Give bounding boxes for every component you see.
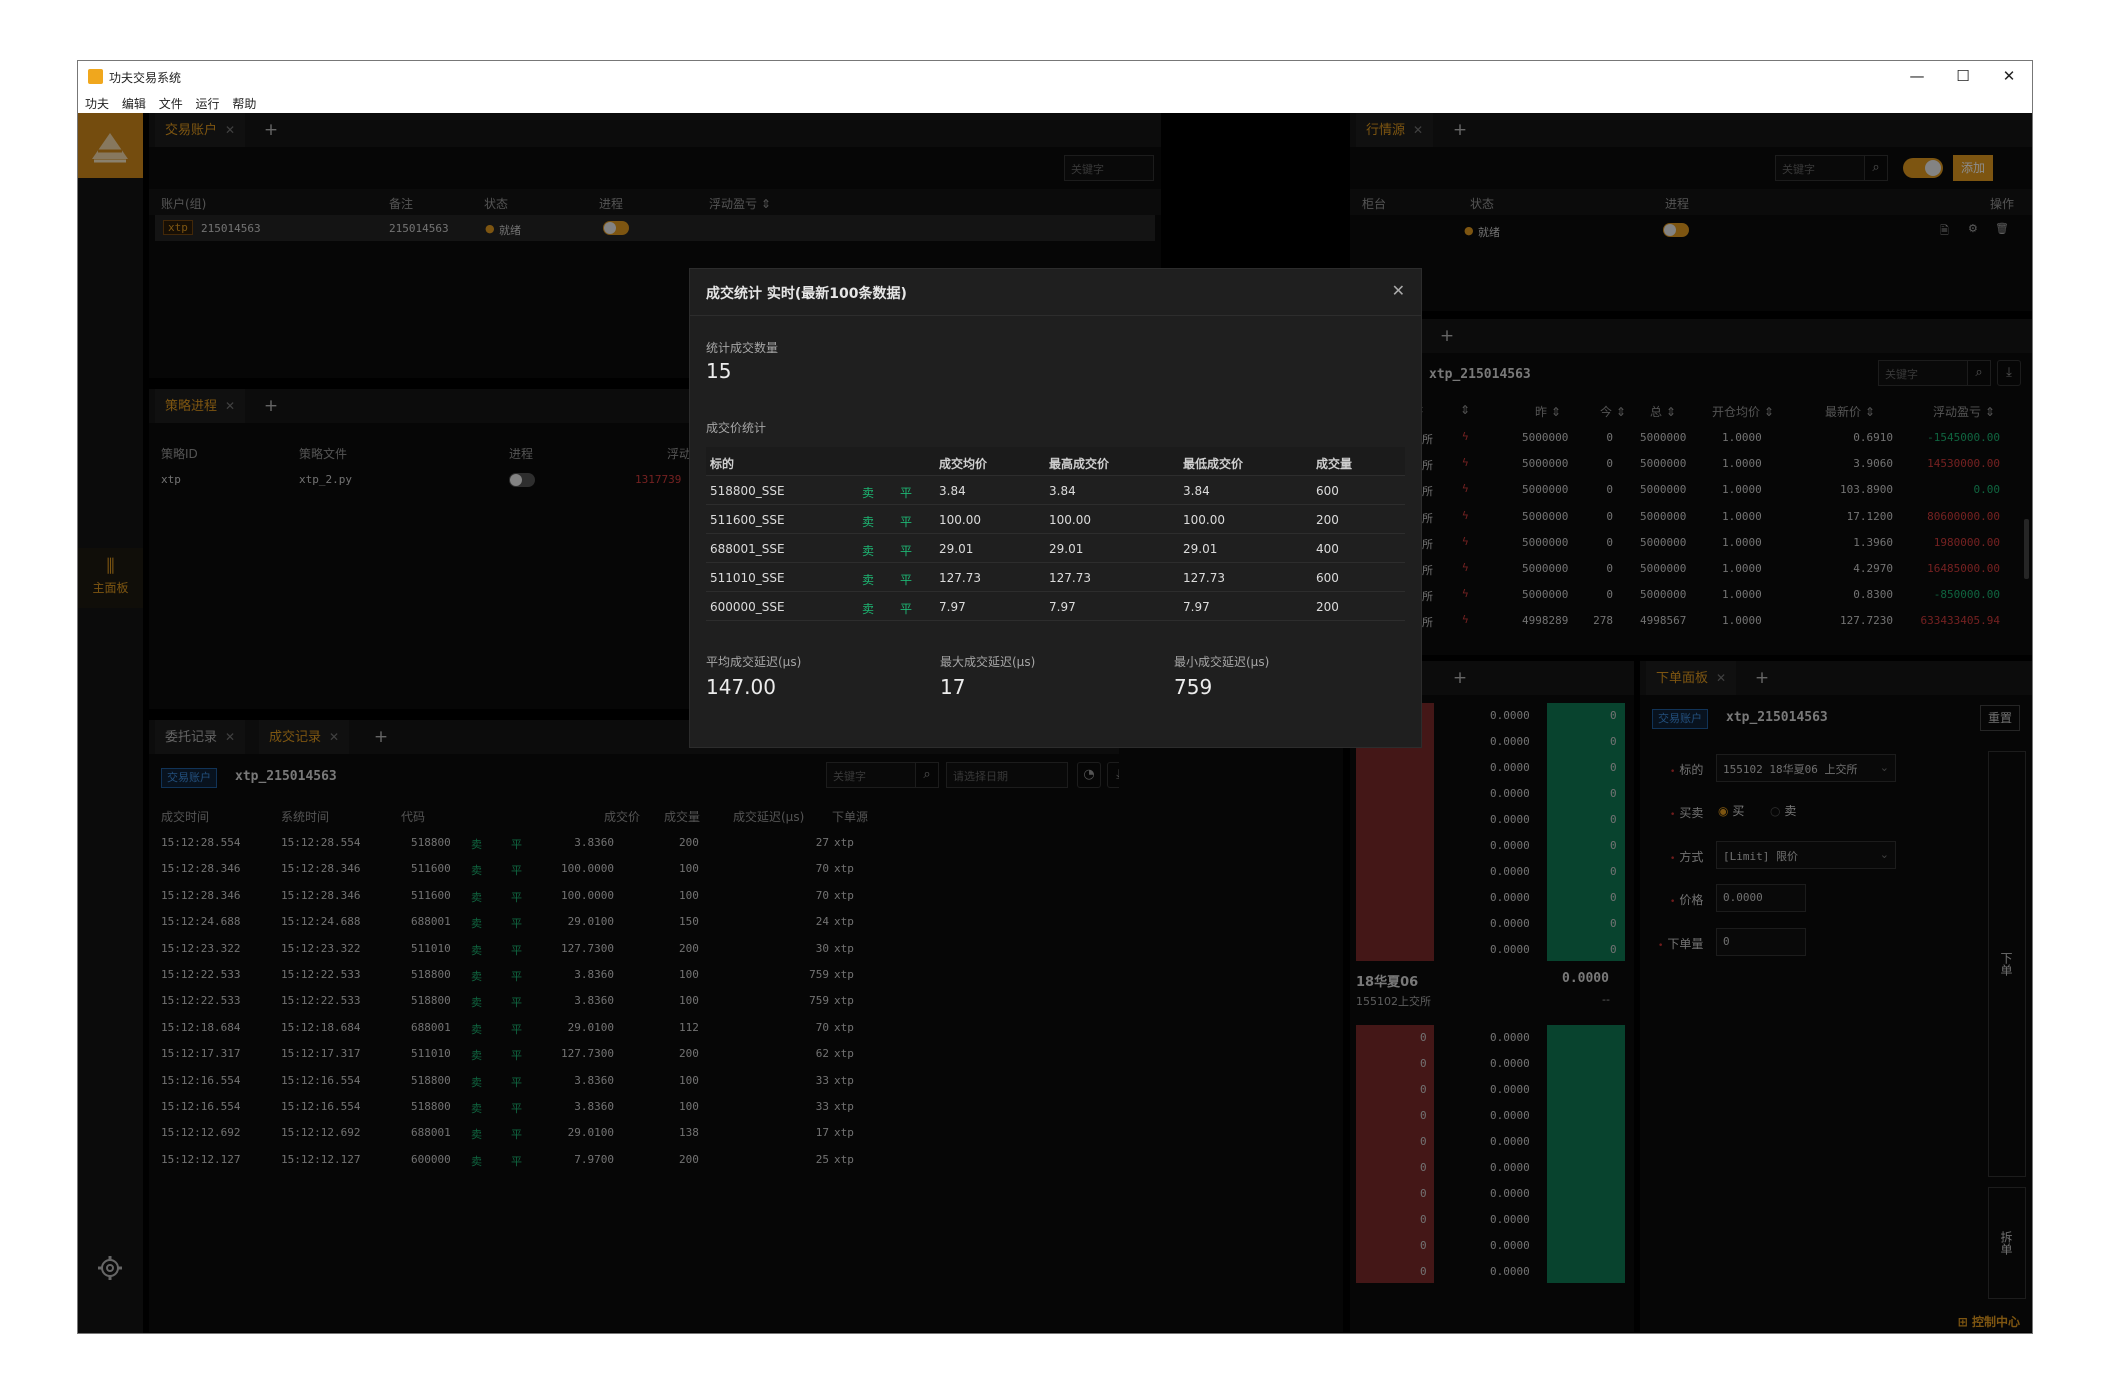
stats-row[interactable]: 688001_SSE 卖 平 29.01 29.01 29.01 400 xyxy=(706,534,1405,563)
trade-count-value: 15 xyxy=(706,359,732,383)
stats-offset: 平 xyxy=(900,486,913,500)
min-latency-label: 最小成交延迟(μs) xyxy=(1174,655,1270,669)
stats-low: 3.84 xyxy=(1183,484,1210,498)
menu-edit[interactable]: 编辑 xyxy=(115,93,146,112)
stats-offset: 平 xyxy=(900,602,913,616)
min-latency-value: 759 xyxy=(1174,675,1213,699)
stats-high: 127.73 xyxy=(1049,571,1091,585)
menu-help[interactable]: 帮助 xyxy=(225,93,256,112)
stats-volume: 600 xyxy=(1316,571,1339,585)
stats-volume: 600 xyxy=(1316,484,1339,498)
close-window-button[interactable]: ✕ xyxy=(1986,63,2032,89)
stats-volume: 400 xyxy=(1316,542,1339,556)
stats-avg: 3.84 xyxy=(939,484,966,498)
col-low-price: 最低成交价 xyxy=(1183,457,1244,471)
stats-side: 卖 xyxy=(862,573,875,587)
stats-low: 7.97 xyxy=(1183,600,1210,614)
stats-low: 100.00 xyxy=(1183,513,1225,527)
stats-low: 127.73 xyxy=(1183,571,1225,585)
avg-latency-label: 平均成交延迟(μs) xyxy=(706,655,802,669)
stats-row[interactable]: 511600_SSE 卖 平 100.00 100.00 100.00 200 xyxy=(706,505,1405,534)
col-stat-volume: 成交量 xyxy=(1316,457,1353,471)
stats-symbol: 511010_SSE xyxy=(710,571,785,585)
menu-kungfu[interactable]: 功夫 xyxy=(78,93,109,112)
title-bar: 功夫交易系统 — ☐ ✕ xyxy=(78,61,2032,93)
max-latency-label: 最大成交延迟(μs) xyxy=(940,655,1036,669)
stats-high: 100.00 xyxy=(1049,513,1091,527)
stats-side: 卖 xyxy=(862,486,875,500)
close-icon[interactable]: ✕ xyxy=(1392,281,1405,300)
stats-offset: 平 xyxy=(900,515,913,529)
stats-row[interactable]: 600000_SSE 卖 平 7.97 7.97 7.97 200 xyxy=(706,592,1405,621)
stats-side: 卖 xyxy=(862,515,875,529)
stats-volume: 200 xyxy=(1316,513,1339,527)
stats-symbol: 511600_SSE xyxy=(710,513,785,527)
maximize-button[interactable]: ☐ xyxy=(1940,63,1986,89)
stats-row[interactable]: 518800_SSE 卖 平 3.84 3.84 3.84 600 xyxy=(706,476,1405,505)
col-symbol: 标的 xyxy=(710,457,735,471)
menu-file[interactable]: 文件 xyxy=(152,93,183,112)
app-icon xyxy=(88,69,103,84)
minimize-button[interactable]: — xyxy=(1894,63,1940,89)
stats-side: 卖 xyxy=(862,544,875,558)
stats-high: 29.01 xyxy=(1049,542,1084,556)
stats-high: 7.97 xyxy=(1049,600,1076,614)
app-window: 功夫交易系统 — ☐ ✕ 功夫 编辑 文件 运行 帮助 ⫼ 主面板 交易账户 ✕… xyxy=(77,60,2033,1334)
col-avg-price: 成交均价 xyxy=(939,457,988,471)
avg-latency-value: 147.00 xyxy=(706,675,776,699)
modal-divider xyxy=(690,315,1421,316)
col-high-price: 最高成交价 xyxy=(1049,457,1110,471)
stats-high: 3.84 xyxy=(1049,484,1076,498)
stats-avg: 127.73 xyxy=(939,571,981,585)
stats-symbol: 600000_SSE xyxy=(710,600,785,614)
stats-row[interactable]: 511010_SSE 卖 平 127.73 127.73 127.73 600 xyxy=(706,563,1405,592)
stats-low: 29.01 xyxy=(1183,542,1218,556)
stats-symbol: 688001_SSE xyxy=(710,542,785,556)
window-title: 功夫交易系统 xyxy=(109,71,182,85)
stats-symbol: 518800_SSE xyxy=(710,484,785,498)
max-latency-value: 17 xyxy=(940,675,966,699)
modal-title: 成交统计 实时(最新100条数据) xyxy=(706,286,907,302)
stats-avg: 29.01 xyxy=(939,542,974,556)
price-stats-header: 标的 成交均价 最高成交价 最低成交价 成交量 xyxy=(706,447,1405,476)
price-stats-label: 成交价统计 xyxy=(706,421,767,435)
stats-offset: 平 xyxy=(900,544,913,558)
stats-side: 卖 xyxy=(862,602,875,616)
stats-avg: 7.97 xyxy=(939,600,966,614)
trade-count-label: 统计成交数量 xyxy=(706,341,779,355)
stats-offset: 平 xyxy=(900,573,913,587)
trade-stats-modal: 成交统计 实时(最新100条数据) ✕ 统计成交数量 15 成交价统计 标的 成… xyxy=(689,268,1422,748)
menu-run[interactable]: 运行 xyxy=(189,93,220,112)
app-body: ⫼ 主面板 交易账户 ✕ + 关键字 账户(组) 备注 状态 进程 浮动盈亏 ⇕ … xyxy=(78,113,2032,1333)
stats-volume: 200 xyxy=(1316,600,1339,614)
stats-avg: 100.00 xyxy=(939,513,981,527)
menu-bar: 功夫 编辑 文件 运行 帮助 xyxy=(78,93,2032,113)
